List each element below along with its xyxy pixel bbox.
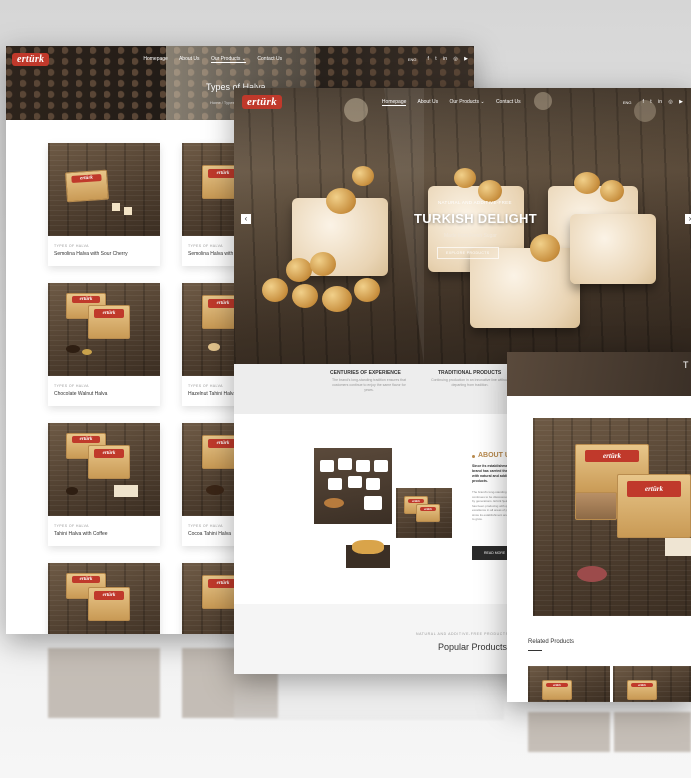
- instagram-icon[interactable]: ◎: [453, 56, 457, 62]
- feature-title: TRADITIONAL PRODUCTS: [438, 370, 502, 376]
- back-social-links: f t in ◎ ▶: [423, 56, 468, 62]
- chevron-down-icon: ⌄: [241, 56, 246, 62]
- turkish-delight-piece: [570, 214, 656, 284]
- front-language-select[interactable]: ENG: [623, 100, 632, 105]
- front-logo[interactable]: ertürk: [242, 95, 282, 109]
- facebook-icon[interactable]: f: [643, 99, 644, 105]
- hero-kicker: NATURAL AND ADDITIVE-FREE: [438, 200, 512, 205]
- back-nav-about[interactable]: About Us: [179, 56, 200, 62]
- front-nav-products[interactable]: Our Products ⌄: [449, 99, 484, 105]
- detail-page-window: T ertürk ertürk Related Products ertürk …: [507, 352, 691, 702]
- popular-title: Popular Products: [438, 642, 508, 652]
- chevron-down-icon: ⌄: [480, 99, 485, 105]
- linkedin-icon[interactable]: in: [443, 56, 447, 62]
- slider-prev-button[interactable]: ‹: [241, 214, 251, 224]
- related-title-underline: [528, 650, 542, 651]
- linkedin-icon[interactable]: in: [658, 99, 662, 105]
- hero-subtitle: Made from Fresh Sugar: [444, 233, 497, 239]
- back-nav-products-label: Our Products: [210, 56, 241, 62]
- related-products-title: Related Products: [528, 639, 575, 645]
- product-card[interactable]: ertürk TYPES OF HALVA Semolina Halva wit…: [48, 143, 160, 266]
- front-main-menu: Homepage About Us Our Products ⌄ Contact…: [381, 99, 531, 106]
- product-box: ertürk: [617, 474, 691, 538]
- product-card[interactable]: ertürk ertürk: [48, 563, 160, 634]
- related-product-thumb[interactable]: ertürk: [528, 666, 610, 702]
- feature-title: CENTURIES OF EXPERIENCE: [330, 370, 401, 376]
- back-logo[interactable]: ertürk: [12, 52, 50, 66]
- back-nav-homepage[interactable]: Homepage: [143, 56, 167, 62]
- hero-title: TURKISH DELIGHT: [414, 211, 537, 226]
- detail-product-image: ertürk ertürk: [533, 418, 691, 616]
- youtube-icon[interactable]: ▶: [679, 99, 683, 105]
- product-category: TYPES OF HALVA: [54, 244, 89, 248]
- product-name[interactable]: Semolina Halva with Sour Cherry: [54, 251, 160, 257]
- twitter-icon[interactable]: t: [650, 99, 651, 105]
- hero-slider: ertürk Homepage About Us Our Products ⌄ …: [234, 88, 691, 364]
- product-name[interactable]: Chocolate Walnut Halva: [54, 391, 160, 397]
- related-product-thumb[interactable]: ertürk: [613, 666, 691, 702]
- product-card[interactable]: ertürk ertürk TYPES OF HALVA Chocolate W…: [48, 283, 160, 406]
- popular-kicker: NATURAL AND ADDITIVE-FREE PRODUCTS: [416, 632, 509, 636]
- back-main-menu: Homepage About Us Our Products ⌄ Contact…: [143, 56, 292, 63]
- about-photo-small: ertürk ertürk: [396, 488, 452, 538]
- facebook-icon[interactable]: f: [428, 56, 429, 62]
- front-page-reflection: [234, 680, 504, 720]
- detail-header: T: [507, 352, 691, 396]
- twitter-icon[interactable]: t: [435, 56, 436, 62]
- product-image: ertürk: [48, 143, 160, 236]
- chevron-left-icon: ‹: [244, 214, 248, 223]
- ertuerk-label-icon: ertürk: [71, 173, 102, 184]
- front-nav-products-label: Our Products: [449, 99, 479, 105]
- about-title-accent: [472, 455, 475, 458]
- youtube-icon[interactable]: ▶: [464, 56, 468, 62]
- front-nav-about[interactable]: About Us: [418, 99, 439, 105]
- back-language-select[interactable]: ENG: [408, 57, 417, 62]
- slider-next-button[interactable]: ›: [685, 214, 691, 224]
- product-image: ertürk ertürk: [48, 283, 160, 376]
- detail-title: T: [683, 360, 689, 370]
- back-nav-contact[interactable]: Contact Us: [257, 56, 282, 62]
- product-image: ertürk ertürk: [48, 563, 160, 634]
- product-card[interactable]: ertürk ertürk TYPES OF HALVA Tahini Halv…: [48, 423, 160, 546]
- about-photo-bottom: [346, 530, 390, 568]
- about-photo-large: [314, 448, 392, 524]
- back-nav-products[interactable]: Our Products ⌄: [210, 56, 246, 63]
- detail-page-reflection: [528, 712, 691, 752]
- product-image: ertürk ertürk: [48, 423, 160, 516]
- front-social-links: f t in ◎ ▶: [638, 99, 683, 105]
- product-name[interactable]: Tahini Halva with Coffee: [54, 531, 160, 537]
- product-category: TYPES OF HALVA: [54, 524, 89, 528]
- instagram-icon[interactable]: ◎: [668, 99, 672, 105]
- front-nav-homepage[interactable]: Homepage: [381, 99, 407, 106]
- product-category: TYPES OF HALVA: [54, 384, 89, 388]
- turkish-delight-piece: [470, 248, 580, 328]
- front-nav-contact[interactable]: Contact Us: [496, 99, 521, 105]
- feature-text: The brand's long-standing tradition ensu…: [331, 378, 407, 392]
- feature-text: Continuing production in an innovative l…: [431, 378, 509, 387]
- explore-products-button[interactable]: EXPLORE PRODUCTS: [437, 247, 499, 259]
